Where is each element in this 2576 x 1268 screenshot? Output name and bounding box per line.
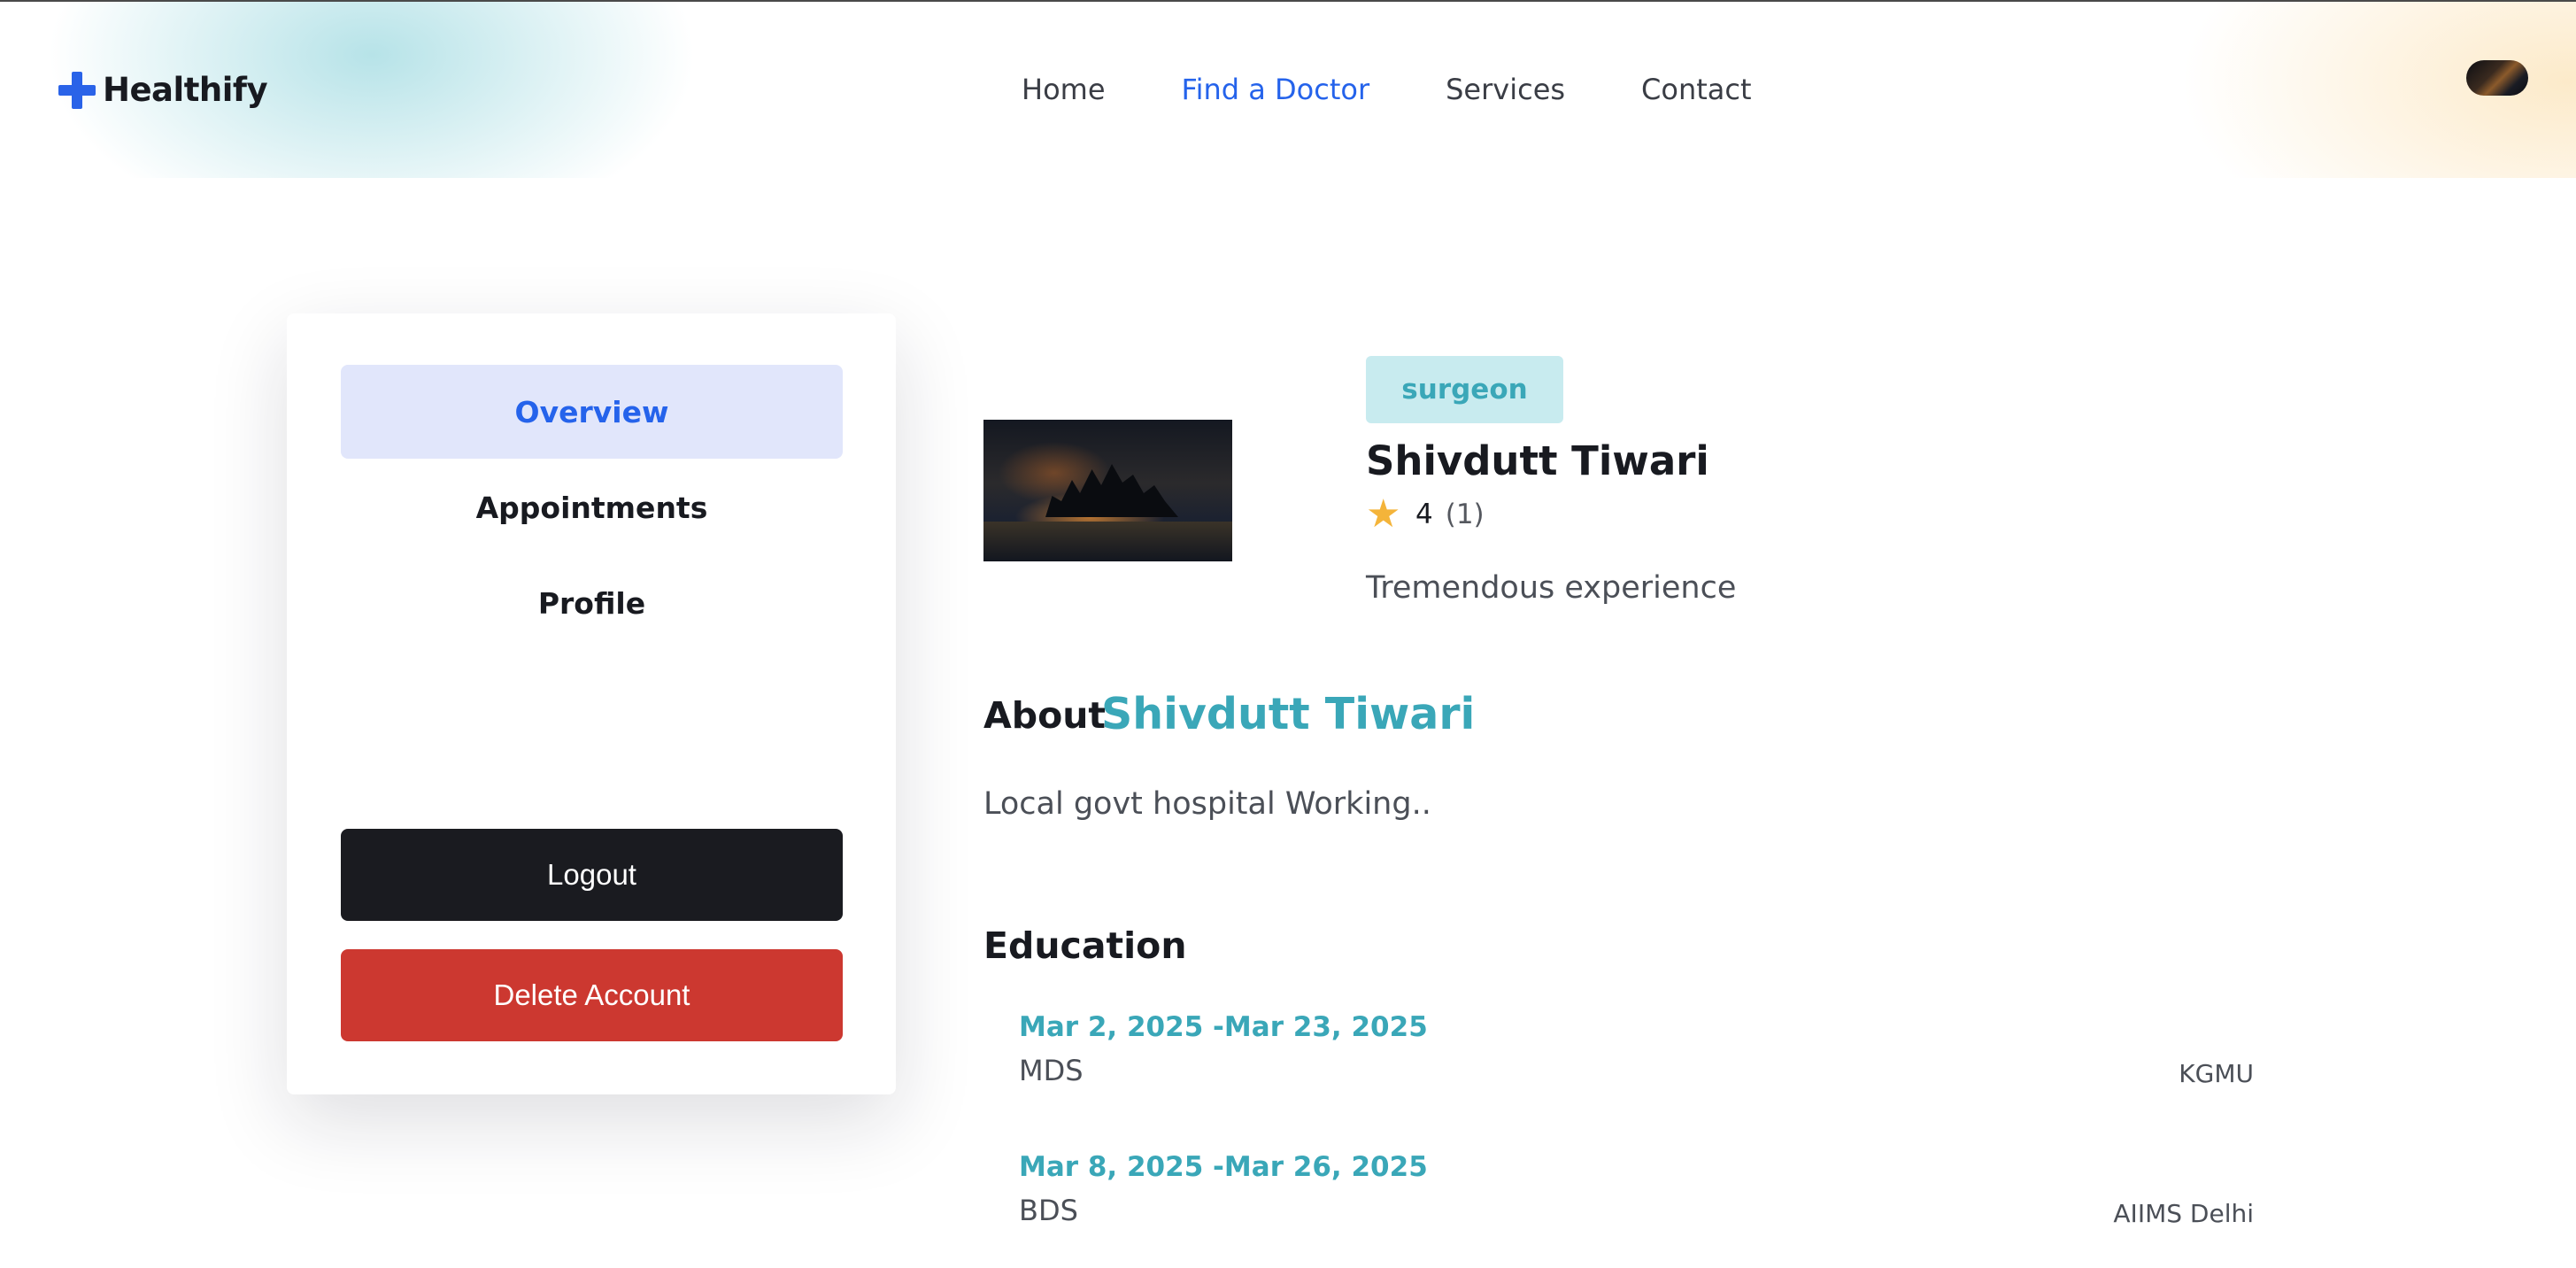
education-item: Mar 8, 2025 -Mar 26, 2025 BDS AIIMS Delh… xyxy=(1019,1151,2254,1249)
doctor-photo xyxy=(983,420,1232,561)
tab-appointments[interactable]: Appointments xyxy=(341,460,843,554)
education-dates: Mar 2, 2025 -Mar 23, 2025 xyxy=(1019,1011,1428,1043)
photo-castle-silhouette xyxy=(1045,464,1178,517)
education-degree: BDS xyxy=(1019,1194,1078,1227)
education-dates: Mar 8, 2025 -Mar 26, 2025 xyxy=(1019,1151,1428,1183)
about-heading: About xyxy=(983,694,1107,737)
main-nav: Home Find a Doctor Services Contact xyxy=(1022,73,1828,106)
tab-overview[interactable]: Overview xyxy=(341,365,843,459)
education-school: KGMU xyxy=(2179,1059,2254,1088)
nav-find-doctor[interactable]: Find a Doctor xyxy=(1182,73,1370,106)
nav-contact[interactable]: Contact xyxy=(1641,73,1752,106)
star-icon: ★ xyxy=(1366,491,1401,537)
specialty-badge: surgeon xyxy=(1366,356,1563,423)
about-text: Local govt hospital Working.. xyxy=(983,786,1431,822)
doctor-short-bio: Tremendous experience xyxy=(1366,570,1737,606)
education-item: Mar 2, 2025 -Mar 23, 2025 MDS KGMU xyxy=(1019,1011,2254,1109)
doctor-rating: ★ 4 (1) xyxy=(1366,491,1485,537)
doctor-name: Shivdutt Tiwari xyxy=(1366,437,1709,484)
brand-name: Healthify xyxy=(103,71,268,109)
tab-profile[interactable]: Profile xyxy=(341,556,843,650)
brand-logo[interactable]: Healthify xyxy=(58,71,268,109)
delete-account-button[interactable]: Delete Account xyxy=(341,949,843,1041)
plus-icon xyxy=(58,71,96,109)
nav-home[interactable]: Home xyxy=(1022,73,1106,106)
education-school: AIIMS Delhi xyxy=(2113,1199,2254,1228)
rating-value: 4 xyxy=(1415,499,1433,530)
nav-services[interactable]: Services xyxy=(1446,73,1565,106)
photo-water xyxy=(983,522,1232,561)
about-doctor-name: Shivdutt Tiwari xyxy=(1101,689,1476,739)
education-heading: Education xyxy=(983,924,1187,967)
rating-count: (1) xyxy=(1445,499,1485,530)
education-degree: MDS xyxy=(1019,1054,1084,1087)
dashboard-sidebar: Overview Appointments Profile Logout Del… xyxy=(287,313,896,1094)
logout-button[interactable]: Logout xyxy=(341,829,843,921)
user-avatar[interactable] xyxy=(2466,60,2528,96)
site-header: Healthify Home Find a Doctor Services Co… xyxy=(0,2,2576,178)
